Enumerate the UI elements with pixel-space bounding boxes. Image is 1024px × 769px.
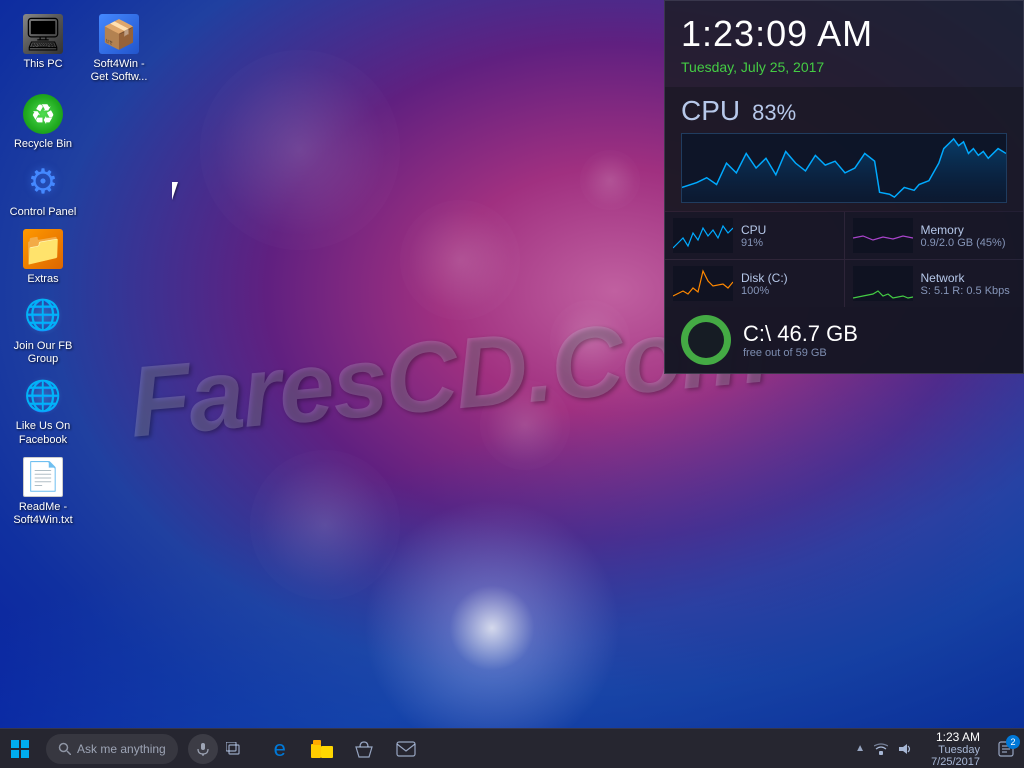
disk-mini-graph: [673, 266, 733, 301]
desktop-icon-control-panel[interactable]: Control Panel: [5, 158, 81, 223]
disk-stat-label: Disk (C:): [741, 271, 836, 285]
taskbar-search[interactable]: Ask me anything: [46, 734, 178, 764]
memory-stat-info: Memory 0.9/2.0 GB (45%): [921, 223, 1016, 249]
join-fb-label: Join Our FB Group: [9, 340, 77, 366]
disk-circle-inner: [688, 322, 724, 358]
cpu-mini-graph: [673, 218, 733, 253]
disk-info: C:\ 46.7 GB free out of 59 GB: [743, 321, 1007, 359]
disk-size: C:\ 46.7 GB: [743, 321, 1007, 347]
mouse-cursor: [172, 182, 184, 202]
taskbar-edge[interactable]: e: [260, 729, 300, 769]
readme-label: ReadMe - Soft4Win.txt: [9, 501, 77, 527]
stat-disk: Disk (C:) 100%: [665, 260, 844, 307]
desktop: FaresCD.Com This PC Soft4Win - Get Softw…: [0, 0, 1024, 728]
taskbar-apps: e: [260, 729, 426, 769]
control-panel-label: Control Panel: [10, 206, 77, 219]
notification-center[interactable]: 2: [988, 729, 1024, 769]
control-panel-icon: [23, 162, 63, 202]
search-label: Ask me anything: [77, 742, 166, 756]
memory-stat-value: 0.9/2.0 GB (45%): [921, 237, 1016, 249]
desktop-icon-join-fb[interactable]: Join Our FB Group: [5, 292, 81, 370]
memory-stat-label: Memory: [921, 223, 1016, 237]
monitor-cpu-section: CPU 83%: [665, 87, 1023, 211]
taskbar-mail[interactable]: [386, 729, 426, 769]
notification-badge: 2: [1006, 735, 1020, 749]
task-view-button[interactable]: [218, 742, 252, 756]
network-stat-value: S: 5.1 R: 0.5 Kbps: [921, 285, 1016, 297]
tray-volume-icon[interactable]: [895, 739, 915, 759]
recycle-bin-icon: [23, 94, 63, 134]
desktop-icon-extras[interactable]: Extras: [5, 225, 81, 290]
disk-section: C:\ 46.7 GB free out of 59 GB: [665, 307, 1023, 373]
desktop-icons: This PC Soft4Win - Get Softw... Recycle …: [5, 10, 157, 533]
system-monitor: 1:23:09 AM Tuesday, July 25, 2017 CPU 83…: [664, 0, 1024, 374]
soft4win-label: Soft4Win - Get Softw...: [85, 58, 153, 84]
tray-expand[interactable]: ▲: [853, 743, 867, 754]
join-fb-icon: [23, 296, 63, 336]
cpu-stat-value: 91%: [741, 237, 836, 249]
disk-stat-value: 100%: [741, 285, 836, 297]
like-fb-icon: [23, 376, 63, 416]
cpu-percent: 83%: [752, 100, 796, 126]
like-fb-label: Like Us On Facebook: [9, 420, 77, 446]
desktop-icon-this-pc[interactable]: This PC: [5, 10, 81, 88]
taskbar-clock[interactable]: 1:23 AM Tuesday 7/25/2017: [923, 730, 988, 768]
extras-icon: [23, 229, 63, 269]
this-pc-label: This PC: [23, 58, 62, 71]
clock-time: 1:23 AM: [936, 730, 980, 744]
system-tray: ▲: [845, 739, 923, 759]
recycle-bin-label: Recycle Bin: [14, 138, 72, 151]
disk-detail: free out of 59 GB: [743, 347, 1007, 359]
memory-mini-graph: [853, 218, 913, 253]
cpu-stat-label: CPU: [741, 223, 836, 237]
cpu-stat-info: CPU 91%: [741, 223, 836, 249]
this-pc-icon: [23, 14, 63, 54]
taskbar: Ask me anything e: [0, 728, 1024, 768]
disk-stat-info: Disk (C:) 100%: [741, 271, 836, 297]
readme-icon: [23, 457, 63, 497]
network-mini-graph: [853, 266, 913, 301]
desktop-icon-like-fb[interactable]: Like Us On Facebook: [5, 372, 81, 450]
stat-cpu: CPU 91%: [665, 212, 844, 259]
stat-network: Network S: 5.1 R: 0.5 Kbps: [845, 260, 1024, 307]
clock-date-line2: 7/25/2017: [931, 756, 980, 768]
cpu-label: CPU: [681, 95, 740, 127]
desktop-icon-recycle-bin[interactable]: Recycle Bin: [5, 90, 81, 155]
network-stat-label: Network: [921, 271, 1016, 285]
stats-grid: CPU 91% Memory 0.9/2.0 GB (45%): [665, 212, 1023, 307]
start-button[interactable]: [0, 729, 40, 769]
monitor-date: Tuesday, July 25, 2017: [665, 59, 1023, 87]
extras-label: Extras: [27, 273, 58, 286]
stat-memory: Memory 0.9/2.0 GB (45%): [845, 212, 1024, 259]
taskbar-store[interactable]: [344, 729, 384, 769]
network-stat-info: Network S: 5.1 R: 0.5 Kbps: [921, 271, 1016, 297]
taskbar-explorer[interactable]: [302, 729, 342, 769]
cortana-button[interactable]: [188, 734, 218, 764]
desktop-icon-readme[interactable]: ReadMe - Soft4Win.txt: [5, 453, 81, 531]
soft4win-icon: [99, 14, 139, 54]
cpu-graph: [681, 133, 1007, 203]
disk-usage-circle: [681, 315, 731, 365]
tray-network-icon[interactable]: [871, 739, 891, 759]
monitor-time: 1:23:09 AM: [665, 1, 1023, 59]
clock-date-line1: Tuesday: [938, 744, 980, 756]
desktop-icon-soft4win[interactable]: Soft4Win - Get Softw...: [81, 10, 157, 88]
